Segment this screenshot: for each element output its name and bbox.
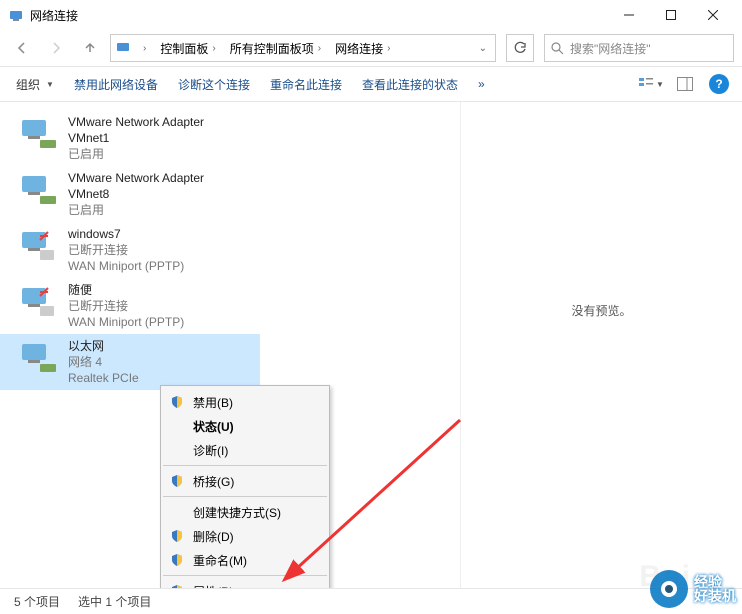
adapter-name: windows7 [68, 226, 184, 242]
adapter-name: VMware Network Adapter VMnet1 [68, 114, 244, 146]
view-options-button[interactable]: ▼ [636, 70, 666, 98]
back-button[interactable] [8, 34, 36, 62]
status-selected-count: 选中 1 个项目 [78, 593, 151, 610]
watermark-logo-icon [650, 570, 688, 608]
address-dropdown-icon[interactable]: ⌄ [475, 43, 491, 54]
dialup-adapter-icon [16, 226, 60, 266]
shield-icon [169, 552, 185, 568]
adapter-device: Realtek PCIe [68, 370, 139, 386]
menu-disable[interactable]: 禁用(B) [161, 390, 329, 414]
adapter-item[interactable]: 随便 已断开连接 WAN Miniport (PPTP) [0, 278, 260, 334]
adapter-item[interactable]: windows7 已断开连接 WAN Miniport (PPTP) [0, 222, 260, 278]
disable-device-button[interactable]: 禁用此网络设备 [66, 72, 166, 97]
breadcrumb-control-panel[interactable]: 控制面板› [154, 38, 221, 59]
command-bar: 组织▼ 禁用此网络设备 诊断这个连接 重命名此连接 查看此连接的状态 » ▼ ? [0, 66, 742, 102]
nav-row: › 控制面板› 所有控制面板项› 网络连接› ⌄ 搜索"网络连接" [0, 30, 742, 66]
breadcrumb-network[interactable]: 网络连接› [329, 38, 396, 59]
forward-button[interactable] [42, 34, 70, 62]
app-icon [8, 7, 24, 23]
adapter-name: 以太网 [68, 338, 139, 354]
adapter-item-selected[interactable]: 以太网 网络 4 Realtek PCIe [0, 334, 260, 390]
adapter-status: 已断开连接 [68, 242, 184, 258]
content-area: VMware Network Adapter VMnet1 已启用 VMware… [0, 102, 742, 602]
menu-delete[interactable]: 删除(D) [161, 524, 329, 548]
adapter-status: 网络 4 [68, 354, 139, 370]
close-button[interactable] [692, 1, 734, 29]
adapter-name: 随便 [68, 282, 184, 298]
menu-rename[interactable]: 重命名(M) [161, 548, 329, 572]
search-icon [551, 42, 564, 55]
rename-button[interactable]: 重命名此连接 [262, 72, 350, 97]
address-bar[interactable]: › 控制面板› 所有控制面板项› 网络连接› ⌄ [110, 34, 496, 62]
organize-button[interactable]: 组织▼ [8, 72, 62, 97]
adapter-item[interactable]: VMware Network Adapter VMnet8 已启用 [0, 166, 260, 222]
title-bar: 网络连接 [0, 0, 742, 30]
menu-status[interactable]: 状态(U) [161, 414, 329, 438]
shield-icon [169, 394, 185, 410]
adapter-status: 已断开连接 [68, 298, 184, 314]
view-status-button[interactable]: 查看此连接的状态 [354, 72, 466, 97]
help-button[interactable]: ? [704, 70, 734, 98]
menu-bridge[interactable]: 桥接(G) [161, 469, 329, 493]
preview-pane-button[interactable] [670, 70, 700, 98]
search-input[interactable]: 搜索"网络连接" [544, 34, 734, 62]
search-placeholder: 搜索"网络连接" [570, 40, 651, 57]
menu-separator [163, 496, 327, 497]
preview-text: 没有预览。 [571, 302, 631, 319]
preview-pane: 没有预览。 [460, 102, 742, 602]
window-title: 网络连接 [30, 7, 608, 24]
refresh-button[interactable] [506, 34, 534, 62]
status-bar: 5 个项目 选中 1 个项目 [0, 588, 742, 614]
menu-separator [163, 575, 327, 576]
minimize-button[interactable] [608, 1, 650, 29]
breadcrumb-sep[interactable]: › [133, 41, 152, 56]
menu-separator [163, 465, 327, 466]
maximize-button[interactable] [650, 1, 692, 29]
more-commands-button[interactable]: » [470, 73, 493, 95]
network-adapter-icon [16, 114, 60, 154]
watermark: 经验 好装机 [650, 570, 736, 608]
adapter-status: 已启用 [68, 202, 244, 218]
up-button[interactable] [76, 34, 104, 62]
shield-icon [169, 473, 185, 489]
network-adapter-icon [16, 170, 60, 210]
adapter-device: WAN Miniport (PPTP) [68, 258, 184, 274]
adapter-item[interactable]: VMware Network Adapter VMnet1 已启用 [0, 110, 260, 166]
adapter-status: 已启用 [68, 146, 244, 162]
status-item-count: 5 个项目 [14, 593, 60, 610]
adapter-device: WAN Miniport (PPTP) [68, 314, 184, 330]
diagnose-button[interactable]: 诊断这个连接 [170, 72, 258, 97]
menu-diagnose[interactable]: 诊断(I) [161, 438, 329, 462]
dialup-adapter-icon [16, 282, 60, 322]
shield-icon [169, 528, 185, 544]
menu-shortcut[interactable]: 创建快捷方式(S) [161, 500, 329, 524]
ethernet-adapter-icon [16, 338, 60, 378]
adapter-name: VMware Network Adapter VMnet8 [68, 170, 244, 202]
breadcrumb-all-items[interactable]: 所有控制面板项› [224, 38, 327, 59]
context-menu: 禁用(B) 状态(U) 诊断(I) 桥接(G) 创建快捷方式(S) 删除(D) … [160, 385, 330, 608]
folder-icon [115, 39, 131, 58]
